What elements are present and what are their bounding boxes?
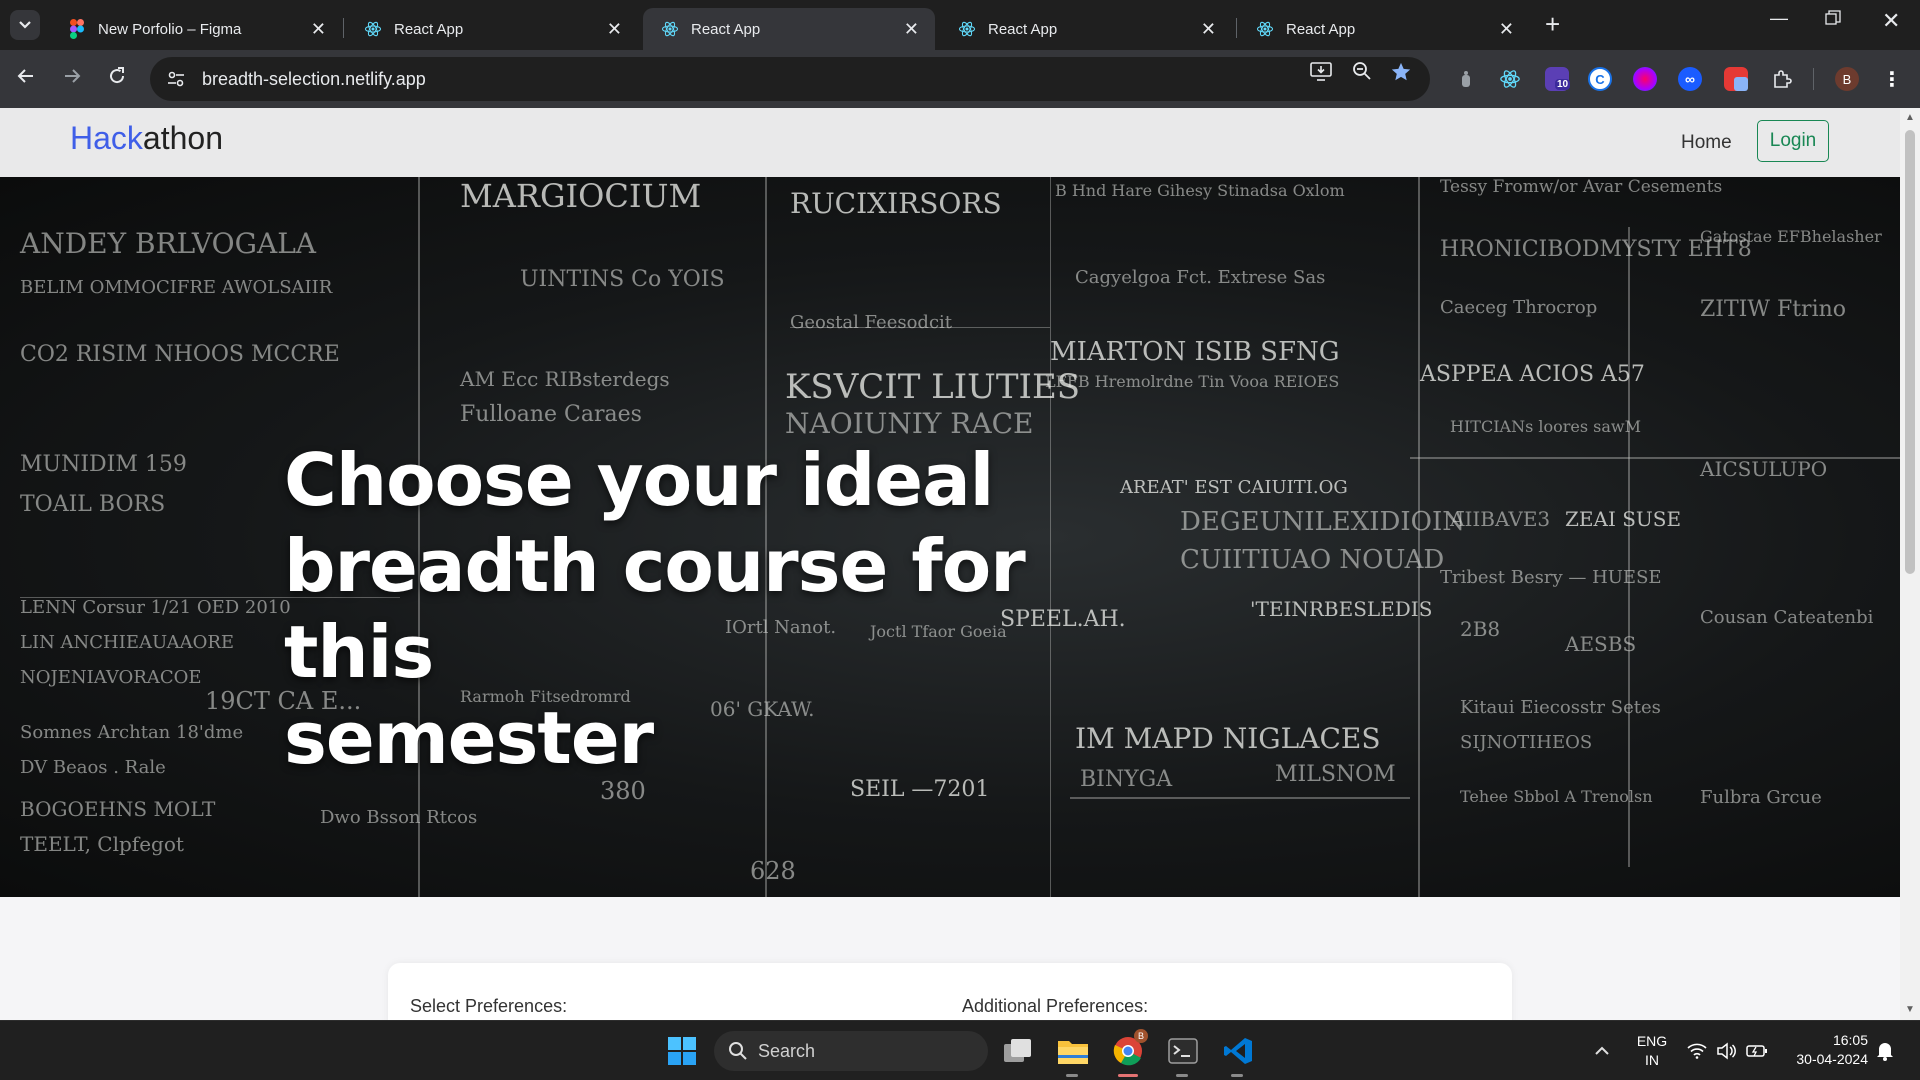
- tab-divider: [1236, 18, 1237, 38]
- hero-title-line: semester: [284, 696, 654, 780]
- hero-title: Choose your ideal breadth course for thi…: [284, 437, 1184, 781]
- url-text[interactable]: breadth-selection.netlify.app: [202, 69, 426, 90]
- tab-search-button[interactable]: [10, 10, 40, 40]
- close-icon[interactable]: ✕: [904, 20, 919, 38]
- bookmark-star-icon[interactable]: [1390, 61, 1412, 88]
- tab-title: React App: [988, 20, 1058, 38]
- windows-taskbar: Search B ENG IN 16:05 30-04-2024: [0, 1020, 1920, 1080]
- chrome-icon[interactable]: B: [1110, 1029, 1148, 1069]
- vscode-icon[interactable]: [1220, 1033, 1256, 1069]
- react-icon: [364, 20, 382, 38]
- close-window-icon[interactable]: ✕: [1882, 8, 1900, 34]
- tab-divider: [343, 18, 344, 38]
- menu-kebab-icon[interactable]: ⋮: [1880, 67, 1904, 91]
- tab-strip: New Porfolio – Figma ✕ React App ✕ React…: [0, 0, 1920, 50]
- zoom-icon[interactable]: [1352, 61, 1372, 86]
- toolbar-divider: [1813, 68, 1814, 90]
- running-indicator: [1231, 1074, 1243, 1077]
- close-icon[interactable]: ✕: [311, 20, 326, 38]
- close-icon[interactable]: ✕: [1499, 20, 1514, 38]
- reload-icon[interactable]: [107, 66, 127, 91]
- close-icon[interactable]: ✕: [1201, 20, 1216, 38]
- puzzle-icon[interactable]: [1454, 67, 1478, 91]
- tab-title: React App: [1286, 20, 1356, 38]
- badge-extension-icon[interactable]: 10: [1545, 67, 1571, 91]
- running-indicator: [1066, 1074, 1078, 1077]
- active-indicator: [1118, 1074, 1138, 1077]
- install-app-icon[interactable]: [1310, 61, 1332, 86]
- region-code: IN: [1645, 1052, 1659, 1068]
- chevron-up-icon[interactable]: [1584, 1033, 1620, 1069]
- tab-react-app-3[interactable]: React App ✕: [940, 8, 1232, 50]
- windows-start-icon[interactable]: [664, 1033, 700, 1069]
- language-code: ENG: [1636, 1033, 1668, 1049]
- browser-toolbar: breadth-selection.netlify.app 10 C ∞ B ⋮: [0, 50, 1920, 108]
- red-extension-icon[interactable]: [1724, 67, 1748, 91]
- page-viewport: Hackathon Home Login MARGIOCIUM RUCIXIRS…: [0, 108, 1920, 1020]
- scroll-up-arrow-icon[interactable]: ▲: [1905, 112, 1915, 123]
- forward-arrow-icon[interactable]: [62, 66, 82, 91]
- hero-title-line: breadth course for this: [284, 524, 1026, 694]
- brand-accent-text: Hack: [70, 120, 143, 156]
- hero-title-line: Choose your ideal: [284, 438, 994, 522]
- restore-icon[interactable]: [1825, 10, 1841, 31]
- tab-figma[interactable]: New Porfolio – Figma ✕: [50, 8, 342, 50]
- chrome-profile-badge: B: [1134, 1029, 1148, 1043]
- figma-icon: [68, 19, 86, 39]
- infinity-extension-icon[interactable]: ∞: [1678, 67, 1702, 91]
- c-extension-icon[interactable]: C: [1588, 67, 1612, 91]
- scrollbar-thumb[interactable]: [1905, 130, 1915, 574]
- search-placeholder: Search: [758, 1040, 816, 1061]
- select-preferences-label: Select Preferences:: [410, 996, 568, 1016]
- task-view-icon[interactable]: [1000, 1033, 1036, 1069]
- preferences-card: Select Preferences: Additional Preferenc…: [388, 963, 1512, 1020]
- react-icon: [958, 20, 976, 38]
- hero-banner: MARGIOCIUM RUCIXIRSORS B Hnd Hare Gihesy…: [0, 177, 1900, 897]
- brain-extension-icon[interactable]: [1633, 67, 1657, 91]
- notification-bell-icon[interactable]: [1867, 1033, 1903, 1069]
- terminal-icon[interactable]: [1165, 1033, 1201, 1069]
- extension-badge: 10: [1555, 79, 1571, 90]
- additional-preferences-label: Additional Preferences:: [962, 996, 1149, 1016]
- close-icon[interactable]: ✕: [607, 20, 622, 38]
- react-icon: [661, 20, 679, 38]
- react-devtools-icon[interactable]: [1498, 67, 1522, 91]
- minimize-icon[interactable]: —: [1770, 8, 1788, 29]
- tab-title: New Porfolio – Figma: [98, 20, 242, 38]
- extensions-puzzle-icon[interactable]: [1770, 67, 1794, 91]
- clock-date: 30-04-2024: [1796, 1051, 1868, 1067]
- tab-title: React App: [394, 20, 464, 38]
- tab-react-app-4[interactable]: React App ✕: [1238, 8, 1530, 50]
- back-arrow-icon[interactable]: [16, 66, 36, 91]
- react-icon: [1256, 20, 1274, 38]
- chevron-down-icon: [19, 21, 31, 29]
- running-indicator: [1176, 1074, 1188, 1077]
- site-navbar: Hackathon Home Login: [0, 108, 1900, 177]
- tab-title: React App: [691, 20, 761, 38]
- brand-logo[interactable]: Hackathon: [70, 120, 223, 157]
- login-button[interactable]: Login: [1757, 120, 1829, 162]
- tab-react-app-active[interactable]: React App ✕: [643, 8, 935, 50]
- taskbar-search-box[interactable]: Search: [714, 1031, 988, 1071]
- language-indicator[interactable]: ENG IN: [1632, 1032, 1672, 1070]
- battery-icon[interactable]: [1739, 1033, 1775, 1069]
- new-tab-button[interactable]: +: [1545, 11, 1560, 37]
- address-bar[interactable]: breadth-selection.netlify.app: [150, 57, 1430, 101]
- brand-rest-text: athon: [142, 120, 223, 156]
- scroll-down-arrow-icon[interactable]: ▼: [1905, 1004, 1915, 1015]
- clock-time: 16:05: [1832, 1032, 1868, 1048]
- tab-react-app-1[interactable]: React App ✕: [346, 8, 638, 50]
- profile-avatar[interactable]: B: [1835, 67, 1859, 91]
- page-scrollbar[interactable]: ▲ ▼: [1900, 108, 1920, 1020]
- site-info-icon[interactable]: [166, 69, 186, 89]
- nav-home-link[interactable]: Home: [1681, 132, 1732, 154]
- file-explorer-icon[interactable]: [1055, 1033, 1091, 1069]
- clock[interactable]: 16:05 30-04-2024: [1778, 1031, 1868, 1069]
- search-icon: [728, 1041, 748, 1061]
